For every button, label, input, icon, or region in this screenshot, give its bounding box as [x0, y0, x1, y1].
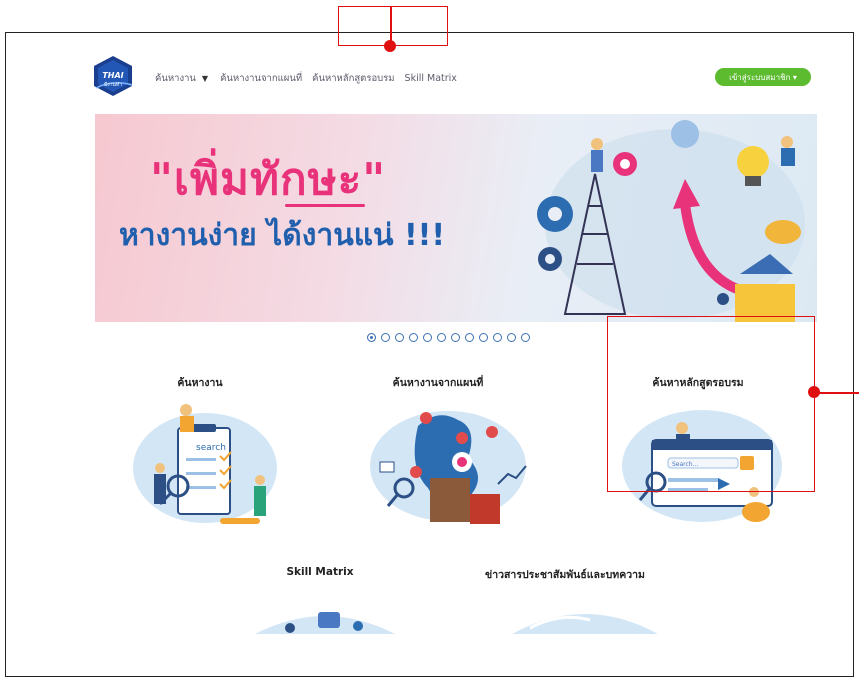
annotation-line-right — [818, 392, 859, 394]
annotation-box-course — [607, 316, 815, 492]
card-search-word: search — [196, 443, 226, 453]
news-illustration[interactable] — [510, 600, 660, 634]
card-title-find-job-map[interactable]: ค้นหางานจากแผนที่ — [378, 374, 498, 391]
carousel-dot-3[interactable] — [395, 333, 404, 342]
member-login-button[interactable]: เข้าสู่ระบบสมาชิก ▾ — [715, 68, 811, 86]
carousel-dot-8[interactable] — [465, 333, 474, 342]
carousel-dot-1[interactable] — [367, 333, 376, 342]
carousel-dot-11[interactable] — [507, 333, 516, 342]
card-title-find-job[interactable]: ค้นหางาน — [150, 374, 250, 391]
find-job-illustration[interactable]: search — [120, 398, 290, 528]
card-title-skill-matrix[interactable]: Skill Matrix — [275, 566, 365, 578]
carousel-dot-7[interactable] — [451, 333, 460, 342]
carousel-dot-12[interactable] — [521, 333, 530, 342]
nav-skill-matrix[interactable]: Skill Matrix — [405, 73, 457, 84]
carousel-dot-4[interactable] — [409, 333, 418, 342]
headline-underline — [285, 204, 365, 207]
carousel-dot-2[interactable] — [381, 333, 390, 342]
nav-find-job-map[interactable]: ค้นหางานจากแผนที่ — [220, 71, 302, 86]
find-job-map-illustration[interactable] — [358, 398, 538, 533]
carousel-dot-5[interactable] — [423, 333, 432, 342]
carousel-dot-10[interactable] — [493, 333, 502, 342]
logo-subtext: มีงานทำ — [103, 82, 123, 88]
logo-text: THAI — [102, 71, 124, 80]
banner-illustration — [537, 120, 805, 322]
carousel-dot-9[interactable] — [479, 333, 488, 342]
nav-find-job[interactable]: ค้นหางาน — [155, 71, 196, 86]
skill-matrix-illustration[interactable] — [250, 606, 400, 634]
main-nav: ค้นหางาน ▼ ค้นหางานจากแผนที่ ค้นหาหลักสู… — [155, 71, 467, 86]
carousel-dot-6[interactable] — [437, 333, 446, 342]
annotation-dot-top — [384, 40, 396, 52]
carousel-dots — [367, 333, 535, 342]
chevron-down-icon[interactable]: ▼ — [202, 74, 208, 83]
nav-find-course[interactable]: ค้นหาหลักสูตรอบรม — [312, 71, 394, 86]
card-title-news[interactable]: ข่าวสารประชาสัมพันธ์และบทความ — [480, 566, 650, 583]
banner-subheadline: หางานง่าย ได้งานแน่ !!! — [119, 218, 446, 253]
hero-banner[interactable]: "เพิ่มทักษะ" หางานง่าย ได้งานแน่ !!! — [95, 114, 817, 322]
